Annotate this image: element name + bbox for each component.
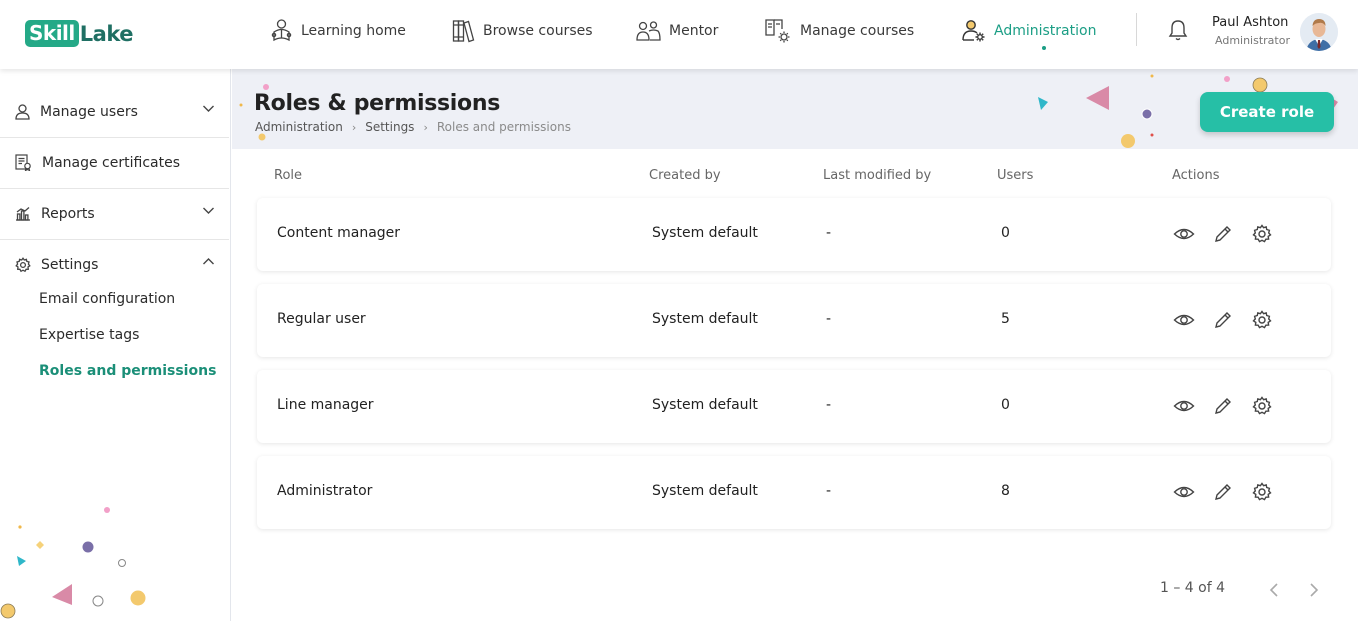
last-modified-by: - bbox=[826, 397, 832, 413]
users-count: 0 bbox=[1001, 225, 1010, 241]
logo-mark: Skill bbox=[25, 20, 79, 47]
role-name: Line manager bbox=[277, 397, 374, 413]
chevron-up-icon[interactable] bbox=[202, 257, 215, 266]
sidebar-subitem-email-configuration[interactable]: Email configuration bbox=[39, 291, 175, 307]
column-header-role: Role bbox=[274, 168, 303, 183]
chevron-down-icon[interactable] bbox=[202, 104, 215, 113]
manage-courses-icon bbox=[765, 19, 790, 43]
breadcrumb-settings[interactable]: Settings bbox=[365, 120, 414, 134]
sidebar-item-label: Manage users bbox=[40, 103, 138, 120]
role-name: Content manager bbox=[277, 225, 401, 241]
created-by: System default bbox=[652, 397, 758, 413]
pencil-icon[interactable] bbox=[1213, 310, 1233, 330]
avatar[interactable] bbox=[1300, 13, 1338, 51]
pencil-icon[interactable] bbox=[1213, 482, 1233, 502]
nav-label: Manage courses bbox=[800, 23, 915, 39]
sidebar: Manage users Manage certificates Reports… bbox=[0, 69, 231, 621]
sidebar-item-settings[interactable]: Settings bbox=[0, 239, 229, 290]
breadcrumb-current: Roles and permissions bbox=[436, 120, 571, 134]
learning-home-icon bbox=[271, 19, 292, 42]
active-nav-indicator bbox=[1042, 46, 1046, 50]
table-row: Administrator System default - 8 bbox=[257, 456, 1331, 529]
notifications-button[interactable] bbox=[1167, 18, 1189, 46]
user-icon bbox=[15, 103, 30, 120]
sidebar-item-reports[interactable]: Reports bbox=[0, 188, 229, 239]
created-by: System default bbox=[652, 311, 758, 327]
breadcrumb-separator-icon: › bbox=[423, 120, 428, 134]
chart-icon bbox=[16, 207, 30, 221]
create-role-button[interactable]: Create role bbox=[1200, 92, 1334, 132]
nav-manage-courses[interactable]: Manage courses bbox=[764, 15, 914, 47]
created-by: System default bbox=[652, 225, 758, 241]
gear-icon[interactable] bbox=[1252, 396, 1272, 416]
confetti-decoration bbox=[0, 507, 146, 619]
top-navigation-bar: Skill Lake Learning home Browse courses … bbox=[0, 0, 1358, 69]
gear-icon bbox=[15, 256, 31, 272]
last-modified-by: - bbox=[826, 483, 832, 499]
user-role: Administrator bbox=[1215, 34, 1290, 47]
gear-icon[interactable] bbox=[1252, 482, 1272, 502]
eye-icon[interactable] bbox=[1173, 310, 1195, 330]
books-icon bbox=[452, 20, 475, 43]
page-title: Roles & permissions bbox=[254, 91, 501, 116]
logo-wordmark: Lake bbox=[79, 21, 134, 46]
users-count: 0 bbox=[1001, 397, 1010, 413]
nav-label: Mentor bbox=[669, 23, 719, 39]
user-name[interactable]: Paul Ashton bbox=[1212, 15, 1288, 30]
role-name: Regular user bbox=[277, 311, 366, 327]
sidebar-item-label: Manage certificates bbox=[42, 154, 180, 171]
column-header-users: Users bbox=[997, 168, 1034, 183]
mentor-icon bbox=[636, 21, 661, 41]
table-row: Content manager System default - 0 bbox=[257, 198, 1331, 271]
breadcrumb-separator-icon: › bbox=[351, 120, 357, 134]
certificate-icon bbox=[15, 154, 31, 171]
chevron-down-icon[interactable] bbox=[202, 206, 215, 215]
eye-icon[interactable] bbox=[1173, 224, 1195, 244]
gear-icon[interactable] bbox=[1252, 224, 1272, 244]
bell-icon bbox=[1168, 20, 1188, 41]
users-count: 5 bbox=[1001, 311, 1010, 327]
nav-label: Learning home bbox=[301, 23, 406, 39]
column-header-last-modified-by: Last modified by bbox=[823, 168, 932, 183]
admin-user-gear-icon bbox=[962, 20, 985, 42]
sidebar-subitem-expertise-tags[interactable]: Expertise tags bbox=[39, 327, 139, 343]
nav-learning-home[interactable]: Learning home bbox=[270, 15, 406, 47]
nav-label: Administration bbox=[994, 23, 1097, 39]
pencil-icon[interactable] bbox=[1213, 224, 1233, 244]
sidebar-item-manage-certificates[interactable]: Manage certificates bbox=[0, 137, 229, 188]
last-modified-by: - bbox=[826, 311, 832, 327]
sidebar-item-label: Reports bbox=[41, 205, 95, 222]
breadcrumb: Administration › Settings › Roles and pe… bbox=[255, 120, 571, 134]
sidebar-item-label: Settings bbox=[41, 256, 99, 273]
eye-icon[interactable] bbox=[1173, 482, 1195, 502]
pencil-icon[interactable] bbox=[1213, 396, 1233, 416]
sidebar-subitem-roles-and-permissions[interactable]: Roles and permissions bbox=[39, 363, 216, 379]
users-count: 8 bbox=[1001, 483, 1010, 499]
skilllake-logo[interactable]: Skill Lake bbox=[25, 20, 133, 47]
eye-icon[interactable] bbox=[1173, 396, 1195, 416]
chevron-left-icon[interactable] bbox=[1267, 581, 1281, 599]
nav-browse-courses[interactable]: Browse courses bbox=[452, 15, 593, 47]
breadcrumb-administration[interactable]: Administration bbox=[255, 120, 343, 134]
created-by: System default bbox=[652, 483, 758, 499]
gear-icon[interactable] bbox=[1252, 310, 1272, 330]
nav-label: Browse courses bbox=[483, 23, 593, 39]
nav-mentor[interactable]: Mentor bbox=[636, 15, 718, 47]
chevron-right-icon[interactable] bbox=[1307, 581, 1321, 599]
column-header-actions: Actions bbox=[1172, 168, 1220, 183]
sidebar-item-manage-users[interactable]: Manage users bbox=[0, 86, 229, 137]
nav-divider bbox=[1136, 13, 1137, 46]
table-row: Line manager System default - 0 bbox=[257, 370, 1331, 443]
column-header-created-by: Created by bbox=[649, 168, 721, 183]
table-row: Regular user System default - 5 bbox=[257, 284, 1331, 357]
pagination-range: 1 – 4 of 4 bbox=[1160, 580, 1226, 596]
nav-administration[interactable]: Administration bbox=[961, 15, 1096, 47]
last-modified-by: - bbox=[826, 225, 832, 241]
role-name: Administrator bbox=[277, 483, 373, 499]
